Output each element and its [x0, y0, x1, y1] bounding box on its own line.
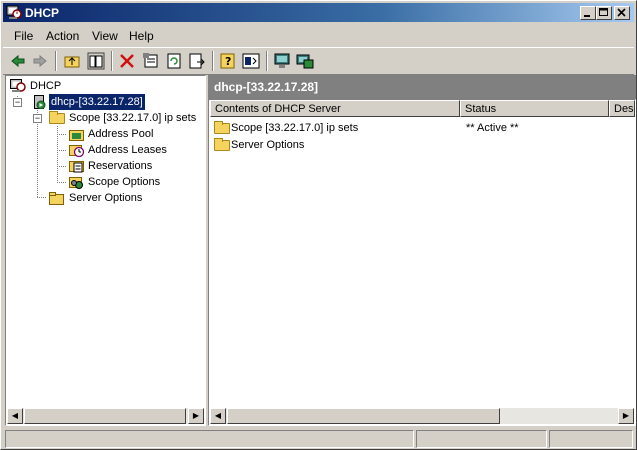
status-bar-section	[549, 430, 633, 448]
details-horizontal-scrollbar[interactable]: ◀ ▶	[210, 408, 634, 424]
minimize-button[interactable]	[580, 6, 596, 20]
dhcp-app-icon	[6, 5, 22, 19]
server-running-icon	[34, 95, 46, 109]
window-title: DHCP	[25, 6, 60, 20]
toolbar: ?	[3, 47, 634, 75]
scroll-right-button[interactable]: ▶	[188, 408, 204, 424]
tree-item-reservations[interactable]: Reservations	[8, 158, 198, 174]
scope-options-icon	[69, 177, 83, 189]
tree-item-address-pool[interactable]: Address Pool	[8, 126, 198, 142]
export-list-icon[interactable]	[188, 52, 206, 70]
toolbar-separator	[212, 51, 214, 71]
menu-view[interactable]: View	[92, 29, 118, 43]
tree-item-server-options[interactable]: Server Options	[8, 190, 198, 206]
refresh-icon[interactable]	[165, 52, 183, 70]
minimize-icon	[584, 15, 590, 17]
list-item-server-options[interactable]: Server Options	[213, 137, 633, 153]
dhcp-root-icon	[10, 79, 26, 92]
help-icon[interactable]: ?	[219, 52, 237, 70]
list-item-name: Scope [33.22.17.0] ip sets	[231, 122, 359, 134]
toolbar-separator	[111, 51, 113, 71]
column-header-status[interactable]: Status	[460, 100, 609, 117]
status-bar-main	[5, 430, 414, 448]
details-list-pane[interactable]: Contents of DHCP Server Status Descripti…	[208, 99, 636, 426]
tree-horizontal-scrollbar[interactable]: ◀ ▶	[7, 408, 204, 424]
menu-file[interactable]: File	[14, 29, 33, 43]
folder-icon	[49, 111, 65, 124]
tree-item-label: Scope [33.22.17.0] ip sets	[69, 112, 197, 124]
status-bar-section	[416, 430, 547, 448]
reservations-icon	[69, 161, 84, 173]
tree-item-label: Scope Options	[88, 176, 161, 188]
tree-item-label: dhcp-[33.22.17.28]	[48, 93, 146, 111]
collapse-toggle[interactable]: −	[33, 114, 42, 123]
close-button[interactable]	[614, 6, 630, 20]
forward-icon[interactable]	[31, 52, 49, 70]
details-header: dhcp-[33.22.17.28]	[208, 75, 636, 99]
folder-icon	[214, 121, 230, 134]
tree-item-dhcp[interactable]: DHCP	[8, 78, 198, 94]
title-bar[interactable]: DHCP	[3, 3, 634, 22]
details-header-title: dhcp-[33.22.17.28]	[214, 80, 319, 94]
server-add-icon[interactable]	[296, 52, 314, 70]
dhcp-window: DHCP File Action View Help ? DHCP − dhcp…	[0, 0, 637, 450]
column-header-description[interactable]: Description	[609, 100, 635, 117]
tree-item-label: Address Pool	[88, 128, 154, 140]
tree-item-label: Address Leases	[88, 144, 167, 156]
close-icon	[617, 8, 626, 17]
server-icon[interactable]	[273, 52, 291, 70]
scroll-left-button[interactable]: ◀	[210, 408, 226, 424]
toolbar-separator	[266, 51, 268, 71]
back-icon[interactable]	[9, 52, 27, 70]
server-options-icon	[49, 192, 64, 205]
collapse-toggle[interactable]: −	[13, 98, 22, 107]
list-item-status: ** Active **	[466, 122, 519, 134]
maximize-icon	[599, 8, 608, 16]
tree-item-label: Server Options	[69, 192, 143, 204]
address-leases-icon	[69, 145, 85, 157]
action-pane-icon[interactable]	[242, 52, 260, 70]
scroll-thumb[interactable]	[24, 408, 186, 424]
folder-icon	[214, 138, 230, 151]
address-pool-icon	[69, 130, 84, 141]
column-header-contents[interactable]: Contents of DHCP Server	[210, 100, 460, 117]
toolbar-separator	[55, 51, 57, 71]
properties-icon[interactable]	[142, 52, 160, 70]
tree-item-address-leases[interactable]: Address Leases	[8, 142, 198, 158]
up-folder-icon[interactable]	[63, 52, 81, 70]
list-item-name: Server Options	[231, 139, 305, 151]
show-tree-icon[interactable]	[87, 52, 105, 70]
maximize-button[interactable]	[596, 6, 612, 20]
svg-text:?: ?	[225, 55, 231, 68]
menu-action[interactable]: Action	[46, 29, 79, 43]
menu-bar: File Action View Help	[3, 25, 634, 45]
tree-item-label: DHCP	[30, 80, 62, 92]
tree-item-server[interactable]: − dhcp-[33.22.17.28]	[8, 93, 198, 111]
tree-pane[interactable]: DHCP − dhcp-[33.22.17.28] − Scope [33.22…	[5, 75, 206, 426]
menu-help[interactable]: Help	[129, 29, 154, 43]
tree-item-scope-options[interactable]: Scope Options	[8, 174, 198, 190]
scroll-thumb[interactable]	[227, 408, 500, 424]
tree-item-label: Reservations	[88, 160, 153, 172]
delete-icon[interactable]	[118, 52, 136, 70]
list-item-scope[interactable]: Scope [33.22.17.0] ip sets ** Active **	[213, 120, 633, 136]
scroll-left-button[interactable]: ◀	[7, 408, 23, 424]
scroll-right-button[interactable]: ▶	[618, 408, 634, 424]
tree-item-scope[interactable]: − Scope [33.22.17.0] ip sets	[8, 110, 203, 126]
